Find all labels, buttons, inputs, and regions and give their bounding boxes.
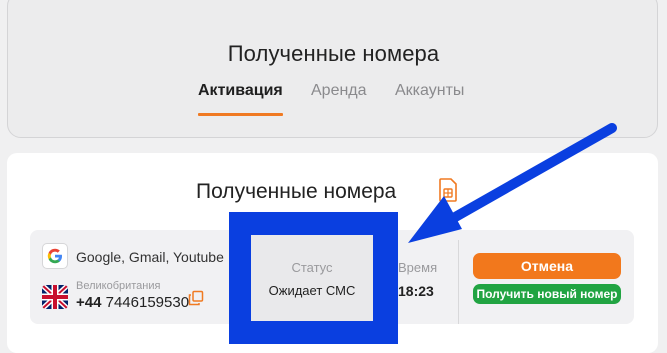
status-value: Ожидает СМС bbox=[268, 283, 356, 298]
numbers-title: Полученные номера bbox=[196, 180, 397, 203]
sim-card-icon bbox=[439, 178, 457, 202]
status-label: Статус bbox=[291, 260, 333, 275]
get-new-number-button[interactable]: Получить новый номер bbox=[473, 284, 621, 304]
tab-activation[interactable]: Активация bbox=[198, 82, 283, 116]
tab-rent[interactable]: Аренда bbox=[311, 82, 367, 116]
tab-accounts[interactable]: Аккаунты bbox=[395, 82, 464, 116]
phone-digits: 7446159530 bbox=[105, 294, 190, 311]
row-divider bbox=[458, 240, 459, 324]
time-label: Время bbox=[398, 260, 438, 275]
copy-icon[interactable] bbox=[188, 290, 204, 306]
time-value: 18:23 bbox=[398, 283, 434, 299]
uk-flag-icon bbox=[42, 285, 68, 309]
phone-prefix: +44 bbox=[76, 294, 102, 311]
page-title: Полученные номера bbox=[227, 41, 440, 66]
country-name: Великобритания bbox=[76, 280, 161, 292]
tab-bar: Активация Аренда Аккаунты bbox=[0, 82, 667, 118]
google-icon bbox=[42, 243, 68, 269]
cancel-button[interactable]: Отмена bbox=[473, 253, 621, 279]
service-name: Google, Gmail, Youtube bbox=[76, 249, 224, 265]
phone-number[interactable]: +44 7446159530 bbox=[76, 294, 189, 311]
status-cell bbox=[251, 235, 373, 321]
